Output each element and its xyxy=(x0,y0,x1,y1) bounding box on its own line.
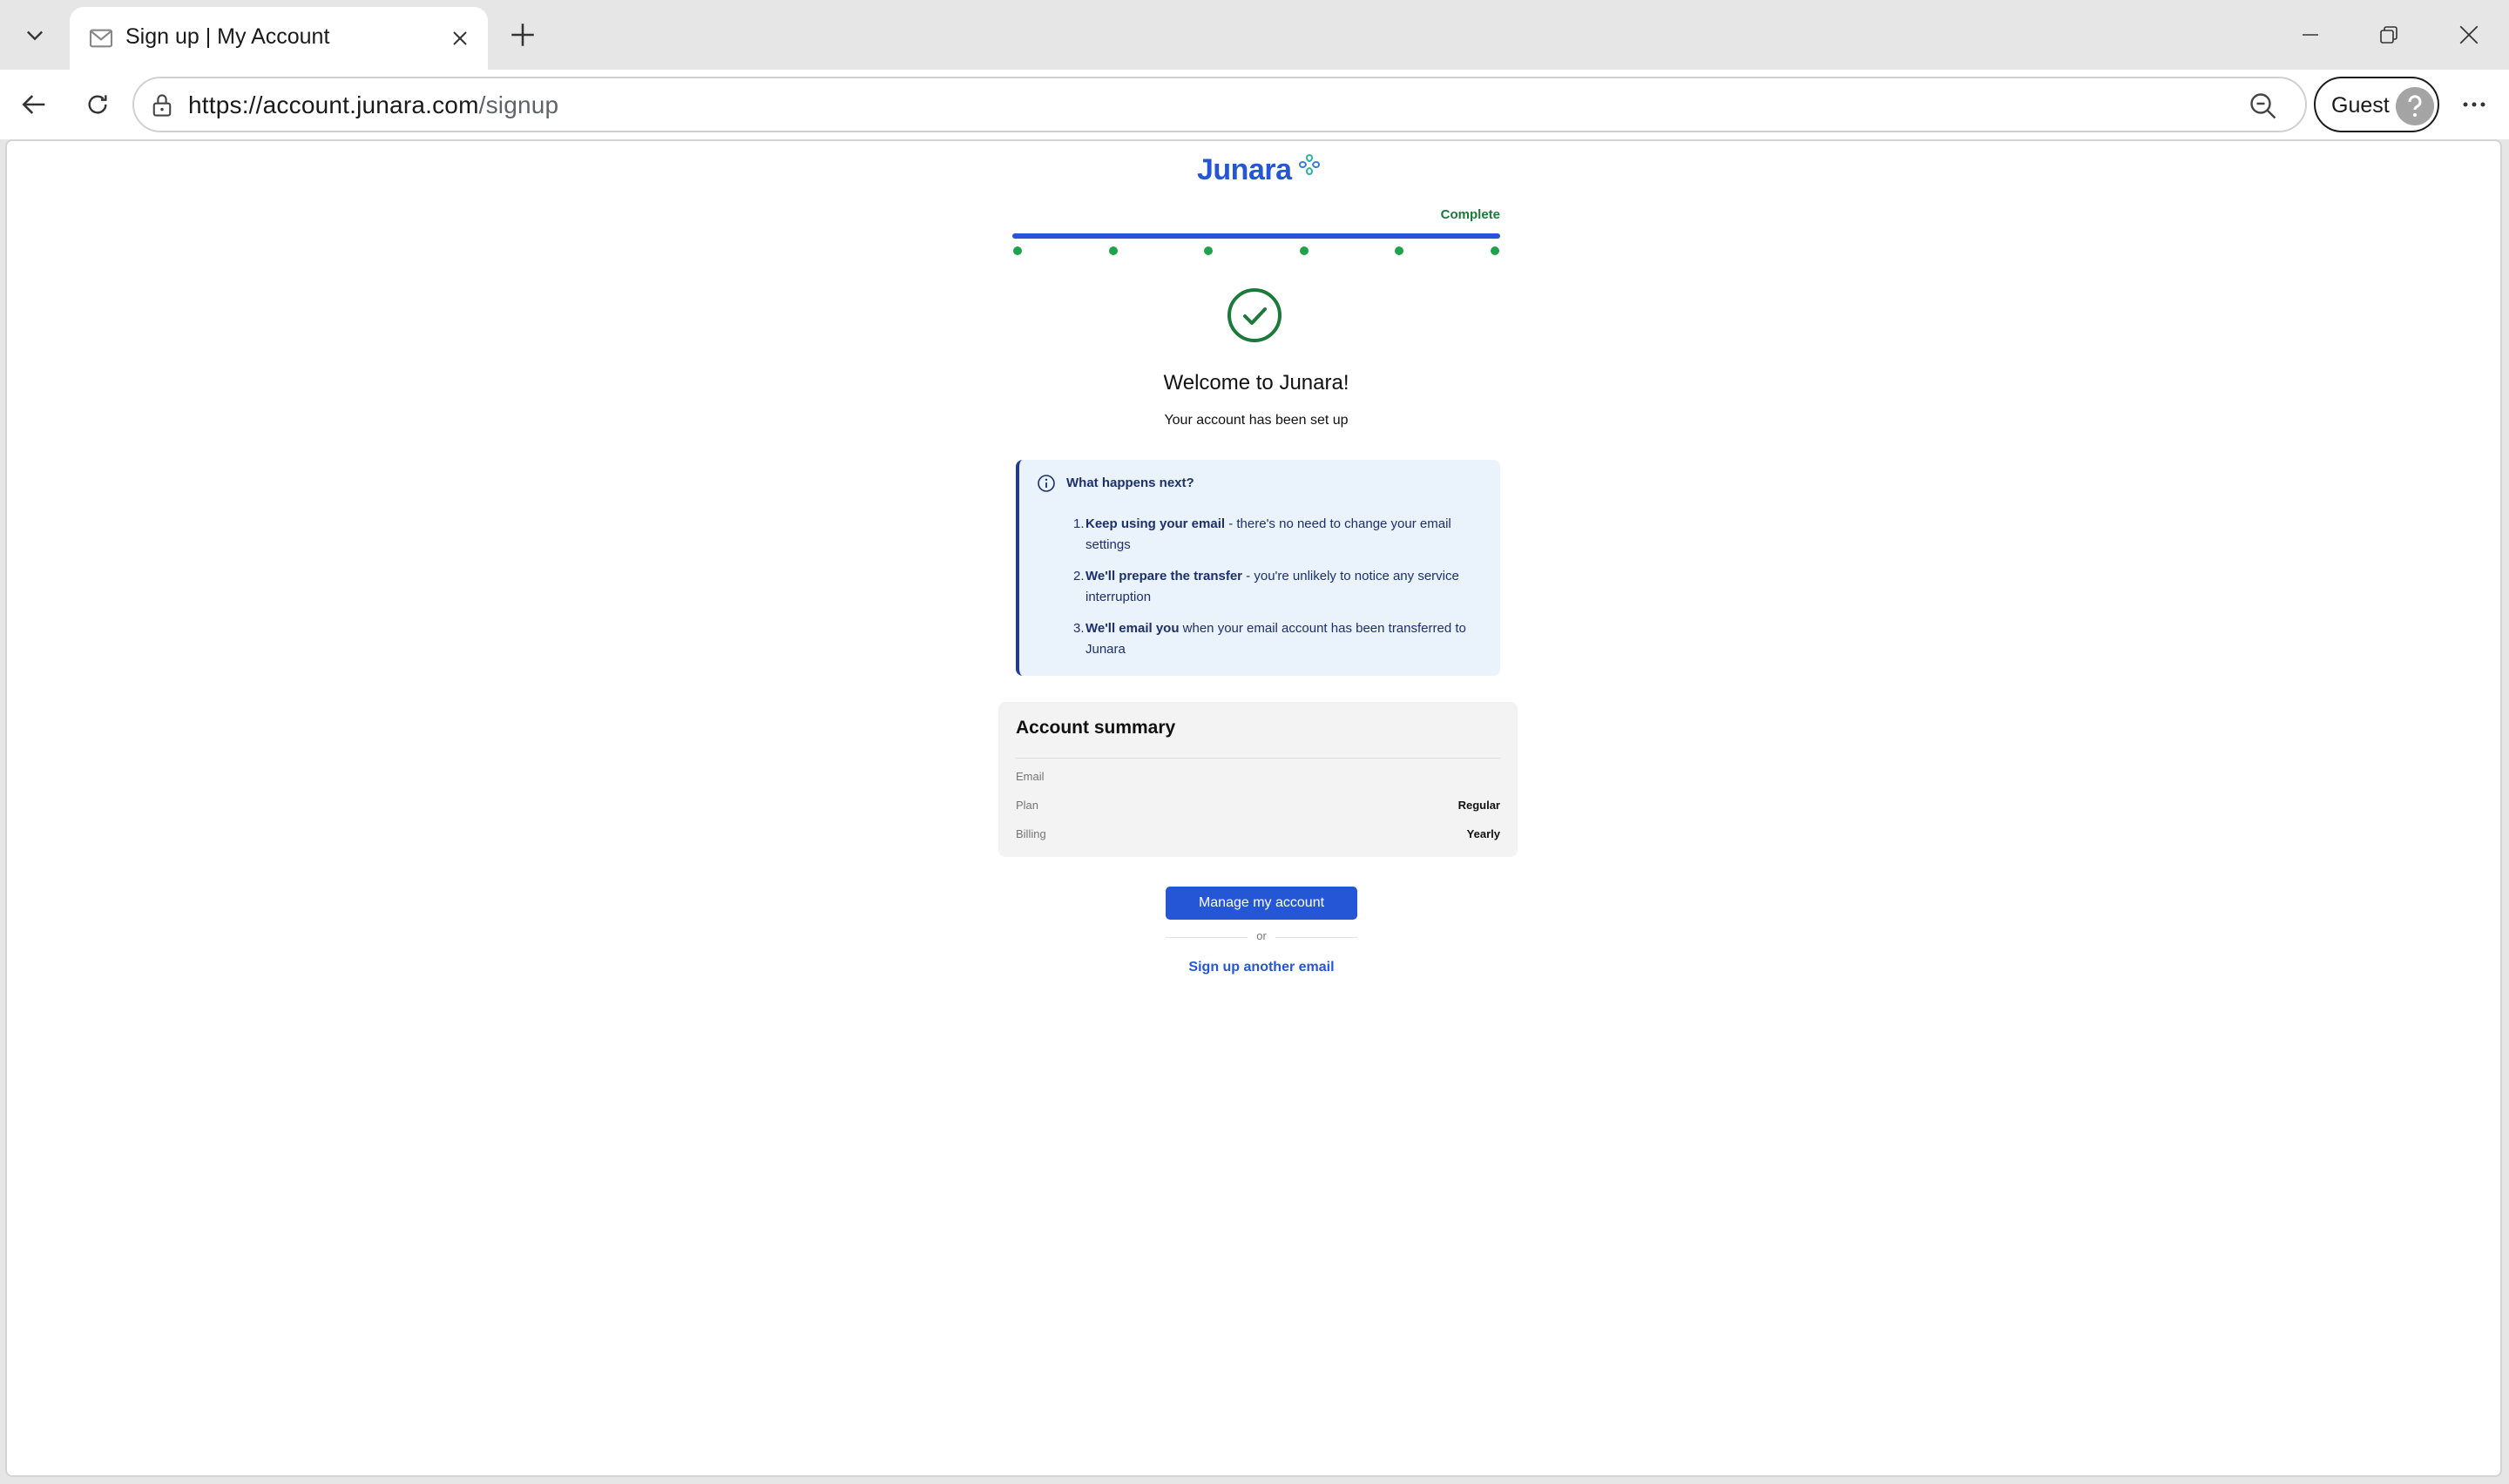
manage-account-button[interactable]: Manage my account xyxy=(1166,887,1357,920)
info-icon xyxy=(1038,475,1055,492)
or-separator: or xyxy=(1166,928,1357,946)
minimize-icon xyxy=(2303,34,2318,36)
more-horizontal-icon xyxy=(2463,102,2485,107)
welcome-subtitle: Your account has been set up xyxy=(1164,413,1349,428)
step-text: We'll email you when your email account … xyxy=(1085,618,1486,660)
welcome-heading: Welcome to Junara! xyxy=(1163,371,1349,395)
summary-label: Plan xyxy=(1016,799,1039,812)
step-bold-text: Keep using your email xyxy=(1085,516,1226,531)
summary-row-billing: Billing Yearly xyxy=(1016,827,1500,845)
restore-icon xyxy=(2380,26,2397,44)
profile-button[interactable]: Guest xyxy=(2314,77,2439,132)
progress-bar-fill xyxy=(1012,233,1500,239)
summary-label: Email xyxy=(1016,770,1045,783)
next-steps-title: What happens next? xyxy=(1066,476,1194,490)
guest-avatar-icon xyxy=(2396,87,2434,125)
summary-row-email: Email xyxy=(1016,770,1500,787)
close-icon xyxy=(2459,25,2479,44)
back-button[interactable] xyxy=(10,80,59,129)
step-number: 3. xyxy=(1073,621,1085,636)
progress-step-dot xyxy=(1108,246,1118,255)
summary-value: Yearly xyxy=(1466,827,1500,840)
step-text: Keep using your email - there's no need … xyxy=(1085,514,1486,556)
step-bold-text: We'll prepare the transfer xyxy=(1085,569,1243,583)
progress-step-dot xyxy=(1395,246,1404,255)
step-number: 2. xyxy=(1073,569,1085,583)
step-number: 1. xyxy=(1073,516,1085,531)
account-summary-card: Account summary Email Plan Regular Billi… xyxy=(998,702,1518,857)
mail-icon xyxy=(89,29,113,48)
restore-button[interactable] xyxy=(2364,10,2413,59)
plus-icon xyxy=(511,24,534,46)
progress-step-dot xyxy=(1204,246,1214,255)
account-summary-title: Account summary xyxy=(1016,718,1176,738)
close-icon xyxy=(453,31,467,45)
divider xyxy=(1016,758,1500,759)
success-check-icon xyxy=(1227,288,1282,342)
reload-icon xyxy=(88,95,107,114)
minimize-button[interactable] xyxy=(2286,10,2335,59)
summary-row-plan: Plan Regular xyxy=(1016,799,1500,816)
page-viewport: Junara Complete Welcome to Junara! Your … xyxy=(5,139,2502,1477)
url-path: /signup xyxy=(478,91,559,118)
tab-strip: Sign up | My Account xyxy=(0,0,2509,70)
tab-title: Sign up | My Account xyxy=(125,24,330,49)
zoom-out-icon[interactable] xyxy=(2248,91,2279,122)
reload-button[interactable] xyxy=(73,80,122,129)
browser-toolbar: https://account.junara.com/signup Guest xyxy=(0,70,2509,139)
new-tab-button[interactable] xyxy=(502,14,544,56)
lock-icon xyxy=(152,94,172,117)
logo-mark-icon xyxy=(1298,153,1321,176)
logo-text: Junara xyxy=(1197,153,1292,186)
step-text: We'll prepare the transfer - you're unli… xyxy=(1085,566,1486,608)
step-bold-text: We'll email you xyxy=(1085,621,1180,636)
signup-complete-page: Junara Complete Welcome to Junara! Your … xyxy=(995,141,1518,1186)
more-menu-button[interactable] xyxy=(2450,80,2499,129)
close-tab-button[interactable] xyxy=(443,21,477,56)
progress-step-dot xyxy=(1299,246,1309,255)
arrow-left-icon xyxy=(22,95,45,114)
chevron-down-icon xyxy=(27,30,43,41)
junara-logo[interactable]: Junara xyxy=(1197,153,1324,197)
address-bar[interactable]: https://account.junara.com/signup xyxy=(132,77,2307,132)
summary-value: Regular xyxy=(1457,799,1500,812)
url-text: https://account.junara.com/signup xyxy=(188,91,558,119)
progress-step-dot xyxy=(1491,246,1499,255)
avatar xyxy=(2396,87,2434,125)
sign-up-another-email-link[interactable]: Sign up another email xyxy=(995,960,1528,975)
progress-step-dot xyxy=(1013,246,1022,255)
progress-status-label: Complete xyxy=(1440,207,1500,222)
sign-up-another-email-text[interactable]: Sign up another email xyxy=(1188,960,1334,975)
or-text: or xyxy=(1256,929,1267,942)
active-tab[interactable]: Sign up | My Account xyxy=(70,7,488,70)
next-steps-panel: What happens next? 1. Keep using your em… xyxy=(1016,460,1500,676)
url-host: https://account.junara.com xyxy=(188,91,479,118)
profile-label: Guest xyxy=(2331,93,2390,118)
summary-label: Billing xyxy=(1016,827,1046,840)
progress-bar xyxy=(1012,233,1500,239)
close-window-button[interactable] xyxy=(2445,10,2493,59)
tab-list-button[interactable] xyxy=(7,7,63,63)
